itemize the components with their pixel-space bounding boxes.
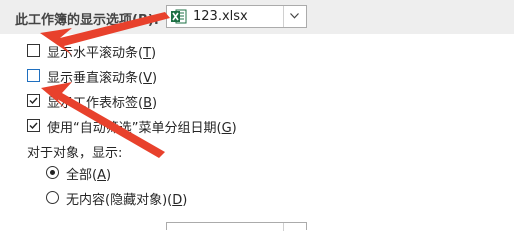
annotation-arrows — [40, 12, 170, 158]
annotation-arrow-lower — [41, 82, 165, 158]
annotation-arrow-upper — [40, 12, 170, 55]
